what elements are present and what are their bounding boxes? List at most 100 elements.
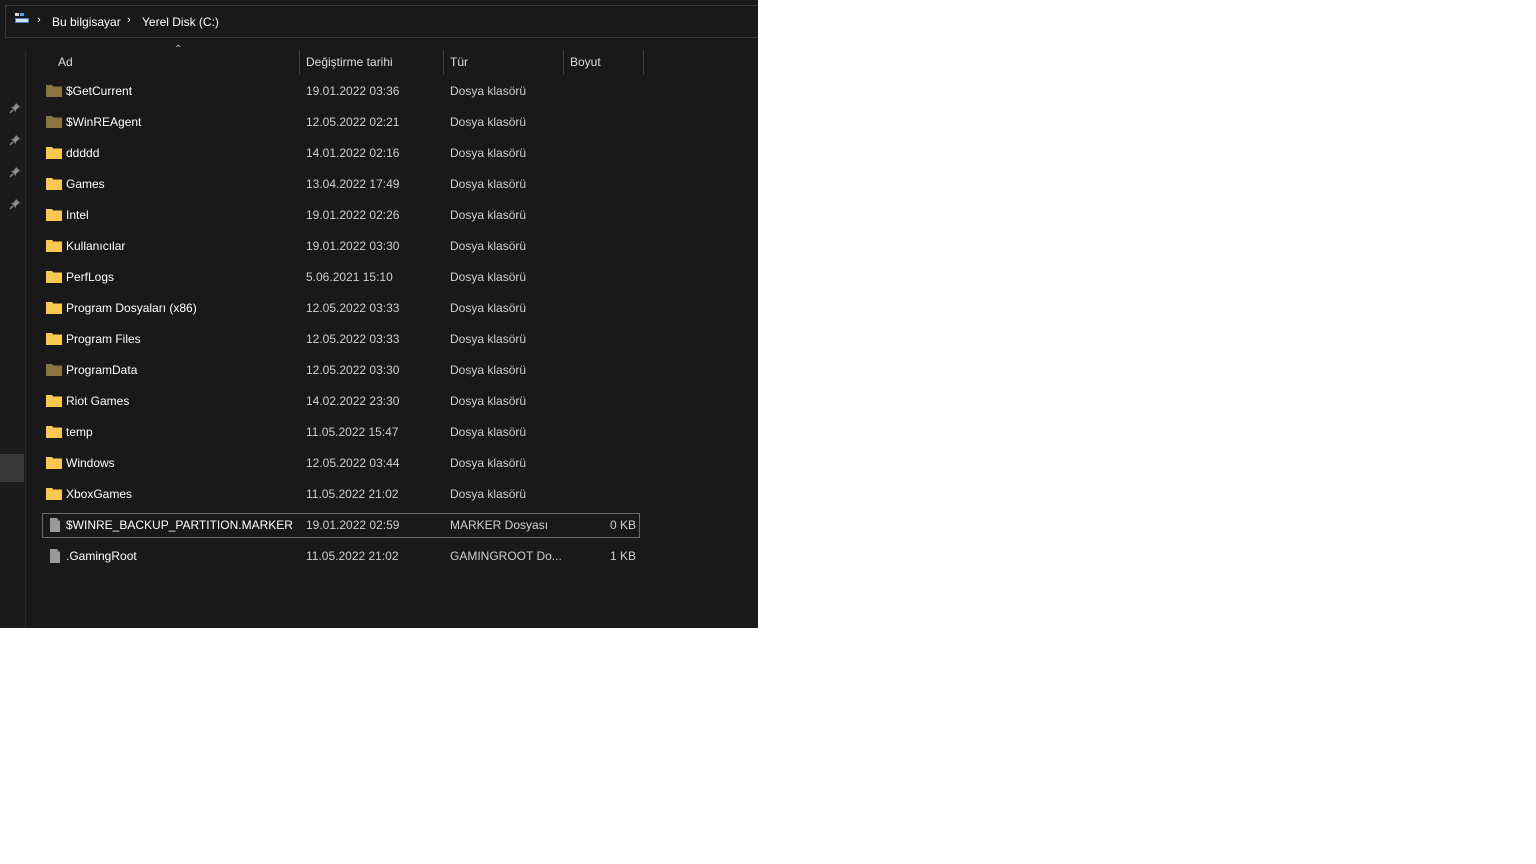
column-header-bar: ⌃ Ad Değiştirme tarihi Tür Boyut [26,44,758,75]
column-divider[interactable] [299,50,300,75]
folder-icon [46,333,62,345]
file-size: 1 KB [609,549,636,563]
file-type: Dosya klasörü [450,146,527,160]
nav-item-selected[interactable] [0,454,24,482]
column-header-name[interactable]: Ad [58,50,298,75]
file-row[interactable]: $GetCurrent 19.01.2022 03:36 Dosya klasörü [42,79,640,104]
file-name: $GetCurrent [66,84,133,98]
file-row[interactable]: $WINRE_BACKUP_PARTITION.MARKER 19.01.2022… [42,513,640,538]
file-row[interactable]: Program Files 12.05.2022 03:33 Dosya klasö… [42,327,640,352]
column-divider[interactable] [443,50,444,75]
file-row[interactable]: $WinREAgent 12.05.2022 02:21 Dosya klasörü [42,110,640,135]
file-size [563,204,636,227]
file-icon [50,549,60,563]
file-type: Dosya klasörü [450,84,527,98]
file-type: Dosya klasörü [450,425,527,439]
file-type: Dosya klasörü [450,332,527,346]
file-type: MARKER Dosyası [450,518,549,532]
file-date: 19.01.2022 03:36 [306,84,400,98]
column-header-size[interactable]: Boyut [570,50,643,75]
file-date: 5.06.2021 15:10 [306,270,393,284]
file-size [563,328,636,351]
folder-icon [46,178,62,190]
file-size [563,483,636,506]
file-type: Dosya klasörü [450,270,527,284]
file-name: Program Files [66,332,141,346]
file-name: Kullanıcılar [66,239,126,253]
file-explorer-window: › Bu bilgisayar › Yerel Disk (C:) ⌃ Ad D… [0,0,758,628]
file-date: 19.01.2022 02:59 [306,518,400,532]
breadcrumb-separator[interactable]: › [127,14,131,26]
file-row[interactable]: Windows 12.05.2022 03:44 Dosya klasörü [42,451,640,476]
file-row[interactable]: PerfLogs 5.06.2021 15:10 Dosya klasörü [42,265,640,290]
file-date: 19.01.2022 03:30 [306,239,400,253]
file-size [563,297,636,320]
file-size [563,173,636,196]
file-name: Windows [66,456,115,470]
file-name: $WINRE_BACKUP_PARTITION.MARKER [66,518,293,532]
file-date: 12.05.2022 03:44 [306,456,400,470]
file-date: 11.05.2022 15:47 [306,425,399,439]
navigation-pane[interactable] [0,50,26,628]
folder-hidden-icon [46,85,62,97]
folder-hidden-icon [46,364,62,376]
file-icon [50,518,60,532]
file-date: 12.05.2022 03:30 [306,363,400,377]
column-header-type[interactable]: Tür [450,50,563,75]
file-name: Games [66,177,105,191]
file-size: 0 KB [609,518,636,532]
file-name: $WinREAgent [66,115,142,129]
file-row[interactable]: Program Dosyaları (x86) 12.05.2022 03:33 D… [42,296,640,321]
file-size [563,80,636,103]
file-row[interactable]: Games 13.04.2022 17:49 Dosya klasörü [42,172,640,197]
file-size [563,390,636,413]
file-row[interactable]: ProgramData 12.05.2022 03:30 Dosya klasörü [42,358,640,383]
file-name: Riot Games [66,394,130,408]
folder-icon [46,426,62,438]
breadcrumb-separator[interactable]: › [37,14,41,26]
file-row[interactable]: XboxGames 11.05.2022 21:02 Dosya klasörü [42,482,640,507]
breadcrumb-local-disk[interactable]: Yerel Disk (C:) [142,15,219,29]
file-date: 19.01.2022 02:26 [306,208,400,222]
file-name: .GamingRoot [66,549,137,563]
file-row[interactable]: Intel 19.01.2022 02:26 Dosya klasörü [42,203,640,228]
file-date: 13.04.2022 17:49 [306,177,400,191]
this-pc-icon [15,13,29,23]
breadcrumb-this-pc[interactable]: Bu bilgisayar [52,15,121,29]
file-size [563,111,636,134]
file-size [563,421,636,444]
pin-icon[interactable] [9,102,21,114]
folder-icon [46,457,62,469]
folder-icon [46,271,62,283]
file-size [563,266,636,289]
column-divider[interactable] [563,50,564,75]
file-name: XboxGames [66,487,133,501]
file-date: 12.05.2022 03:33 [306,332,400,346]
file-row[interactable]: Riot Games 14.02.2022 23:30 Dosya klasörü [42,389,640,414]
pin-icon[interactable] [9,166,21,178]
file-type: Dosya klasörü [450,301,527,315]
file-name: Intel [66,208,89,222]
pin-icon[interactable] [9,134,21,146]
address-bar[interactable]: › Bu bilgisayar › Yerel Disk (C:) [5,5,758,38]
file-date: 14.02.2022 23:30 [306,394,400,408]
file-row[interactable]: Kullanıcılar 19.01.2022 03:30 Dosya klasör… [42,234,640,259]
file-date: 11.05.2022 21:02 [306,487,399,501]
file-row[interactable]: .GamingRoot 11.05.2022 21:02 GAMINGROOT Do… [42,544,640,569]
file-name: PerfLogs [66,270,115,284]
file-name: temp [66,425,93,439]
file-date: 12.05.2022 02:21 [306,115,400,129]
pin-icon[interactable] [9,198,21,210]
file-size [563,142,636,165]
column-divider[interactable] [643,50,644,75]
file-type: Dosya klasörü [450,363,527,377]
file-date: 11.05.2022 21:02 [306,549,399,563]
column-header-date[interactable]: Değiştirme tarihi [306,50,443,75]
file-row[interactable]: ddddd 14.01.2022 02:16 Dosya klasörü [42,141,640,166]
file-row[interactable]: temp 11.05.2022 15:47 Dosya klasörü [42,420,640,445]
file-type: Dosya klasörü [450,177,527,191]
file-name: Program Dosyaları (x86) [66,301,197,315]
file-date: 14.01.2022 02:16 [306,146,400,160]
file-size [563,235,636,258]
folder-hidden-icon [46,116,62,128]
